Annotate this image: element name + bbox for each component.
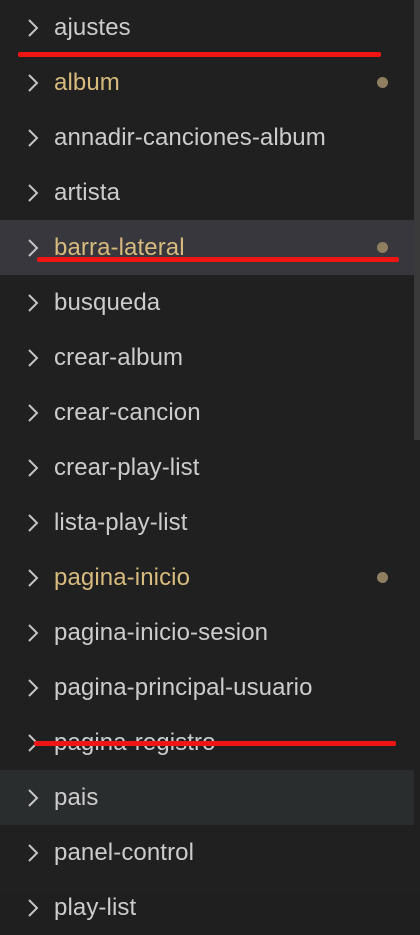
folder-label: panel-control bbox=[54, 838, 195, 866]
folder-label: lista-play-list bbox=[54, 508, 188, 536]
chevron-right-icon[interactable] bbox=[26, 898, 54, 918]
chevron-right-icon[interactable] bbox=[26, 293, 54, 313]
folder-item-busqueda[interactable]: busqueda bbox=[0, 275, 414, 330]
folder-item-barra-lateral[interactable]: barra-lateral bbox=[0, 220, 414, 275]
folder-item-pagina-inicio[interactable]: pagina-inicio bbox=[0, 550, 414, 605]
chevron-right-icon[interactable] bbox=[26, 403, 54, 423]
file-explorer: ajustes album annadir-canciones-album ar… bbox=[0, 0, 420, 921]
folder-item-lista-play-list[interactable]: lista-play-list bbox=[0, 495, 414, 550]
chevron-right-icon[interactable] bbox=[26, 843, 54, 863]
folder-label: play-list bbox=[54, 893, 137, 921]
chevron-right-icon[interactable] bbox=[26, 348, 54, 368]
modified-dot-icon bbox=[377, 571, 388, 583]
folder-item-pagina-inicio-sesion[interactable]: pagina-inicio-sesion bbox=[0, 605, 414, 660]
folder-tree: ajustes album annadir-canciones-album ar… bbox=[0, 0, 414, 935]
folder-label: artista bbox=[54, 178, 121, 206]
folder-label: crear-cancion bbox=[54, 398, 201, 426]
folder-label: pais bbox=[54, 783, 99, 811]
folder-label: pagina-principal-usuario bbox=[54, 673, 313, 701]
chevron-right-icon[interactable] bbox=[26, 458, 54, 478]
folder-label: busqueda bbox=[54, 288, 161, 316]
scrollbar-thumb[interactable] bbox=[414, 0, 420, 440]
chevron-right-icon[interactable] bbox=[26, 128, 54, 148]
modified-dot-icon bbox=[377, 241, 388, 253]
chevron-right-icon[interactable] bbox=[26, 513, 54, 533]
folder-label: annadir-canciones-album bbox=[54, 123, 326, 151]
chevron-right-icon[interactable] bbox=[26, 568, 54, 588]
folder-item-pagina-principal-usuario[interactable]: pagina-principal-usuario bbox=[0, 660, 414, 715]
folder-item-annadir-canciones-album[interactable]: annadir-canciones-album bbox=[0, 110, 414, 165]
folder-item-artista[interactable]: artista bbox=[0, 165, 414, 220]
chevron-right-icon[interactable] bbox=[26, 183, 54, 203]
folder-label: crear-album bbox=[54, 343, 184, 371]
chevron-right-icon[interactable] bbox=[26, 18, 54, 38]
folder-item-crear-play-list[interactable]: crear-play-list bbox=[0, 440, 414, 495]
folder-item-panel-control[interactable]: panel-control bbox=[0, 825, 414, 880]
folder-label: ajustes bbox=[54, 13, 131, 41]
folder-label: pagina-inicio-sesion bbox=[54, 618, 269, 646]
chevron-right-icon[interactable] bbox=[26, 238, 54, 258]
red-annotation-underline-pagina-registro bbox=[34, 741, 396, 746]
folder-item-album[interactable]: album bbox=[0, 55, 414, 110]
folder-label: crear-play-list bbox=[54, 453, 200, 481]
scrollbar[interactable] bbox=[414, 0, 420, 893]
folder-item-crear-cancion[interactable]: crear-cancion bbox=[0, 385, 414, 440]
chevron-right-icon[interactable] bbox=[26, 788, 54, 808]
red-annotation-underline-ajustes bbox=[18, 52, 381, 57]
chevron-right-icon[interactable] bbox=[26, 678, 54, 698]
folder-item-crear-album[interactable]: crear-album bbox=[0, 330, 414, 385]
folder-label: pagina-inicio bbox=[54, 563, 191, 591]
modified-dot-icon bbox=[377, 76, 388, 88]
folder-label: album bbox=[54, 68, 120, 96]
chevron-right-icon[interactable] bbox=[26, 73, 54, 93]
folder-item-pais[interactable]: pais bbox=[0, 770, 414, 825]
chevron-right-icon[interactable] bbox=[26, 623, 54, 643]
red-annotation-underline-barra-lateral bbox=[37, 257, 399, 262]
folder-item-ajustes[interactable]: ajustes bbox=[0, 0, 414, 55]
folder-item-play-list[interactable]: play-list bbox=[0, 880, 414, 935]
